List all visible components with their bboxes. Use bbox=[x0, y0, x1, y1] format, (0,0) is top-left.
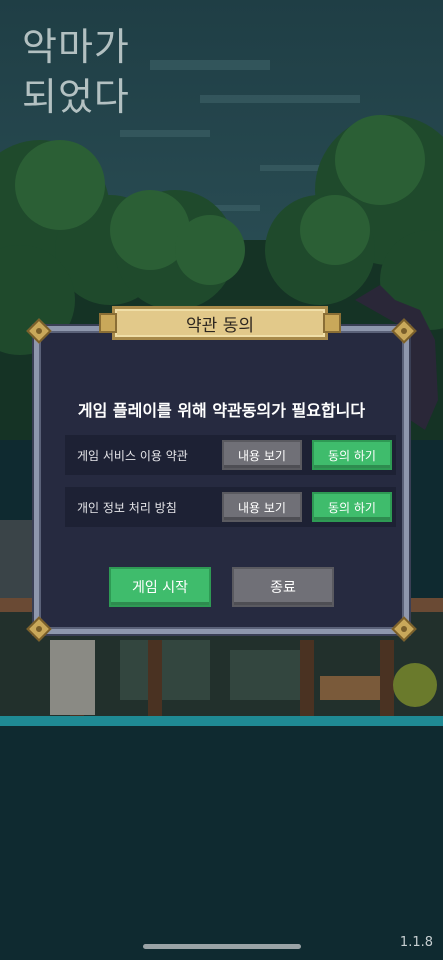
game-title-line-2: 되었다 bbox=[22, 75, 130, 119]
dialog-heading: 게임 플레이를 위해 약관동의가 필요합니다 bbox=[77, 401, 366, 420]
terms-row-label: 개인 정보 처리 방침 bbox=[77, 500, 177, 515]
game-title: 악마가 되었다 bbox=[22, 22, 130, 122]
version-label: 1.1.8 bbox=[399, 935, 433, 950]
agree-terms-button[interactable]: 동의 하기 bbox=[312, 440, 392, 470]
view-terms-button[interactable]: 내용 보기 bbox=[222, 440, 302, 470]
dialog-title: 약관 동의 bbox=[186, 315, 254, 336]
terms-row-label: 게임 서비스 이용 약관 bbox=[77, 448, 188, 463]
exit-button[interactable]: 종료 bbox=[232, 567, 334, 607]
game-start-button[interactable]: 게임 시작 bbox=[109, 567, 211, 607]
game-title-line-1: 악마가 bbox=[22, 25, 130, 69]
terms-agreement-dialog: 게임 플레이를 위해 약관동의가 필요합니다 게임 서비스 이용 약관 내용 보… bbox=[26, 306, 417, 642]
dialog-title-plate: 약관 동의 bbox=[99, 306, 341, 340]
view-privacy-button[interactable]: 내용 보기 bbox=[222, 492, 302, 522]
dialog-panel: 게임 플레이를 위해 약관동의가 필요합니다 게임 서비스 이용 약관 내용 보… bbox=[34, 326, 409, 634]
terms-row-privacy: 개인 정보 처리 방침 내용 보기 동의 하기 bbox=[65, 487, 396, 527]
agree-privacy-button[interactable]: 동의 하기 bbox=[312, 492, 392, 522]
terms-row-service: 게임 서비스 이용 약관 내용 보기 동의 하기 bbox=[65, 435, 396, 475]
home-indicator[interactable] bbox=[143, 944, 301, 949]
